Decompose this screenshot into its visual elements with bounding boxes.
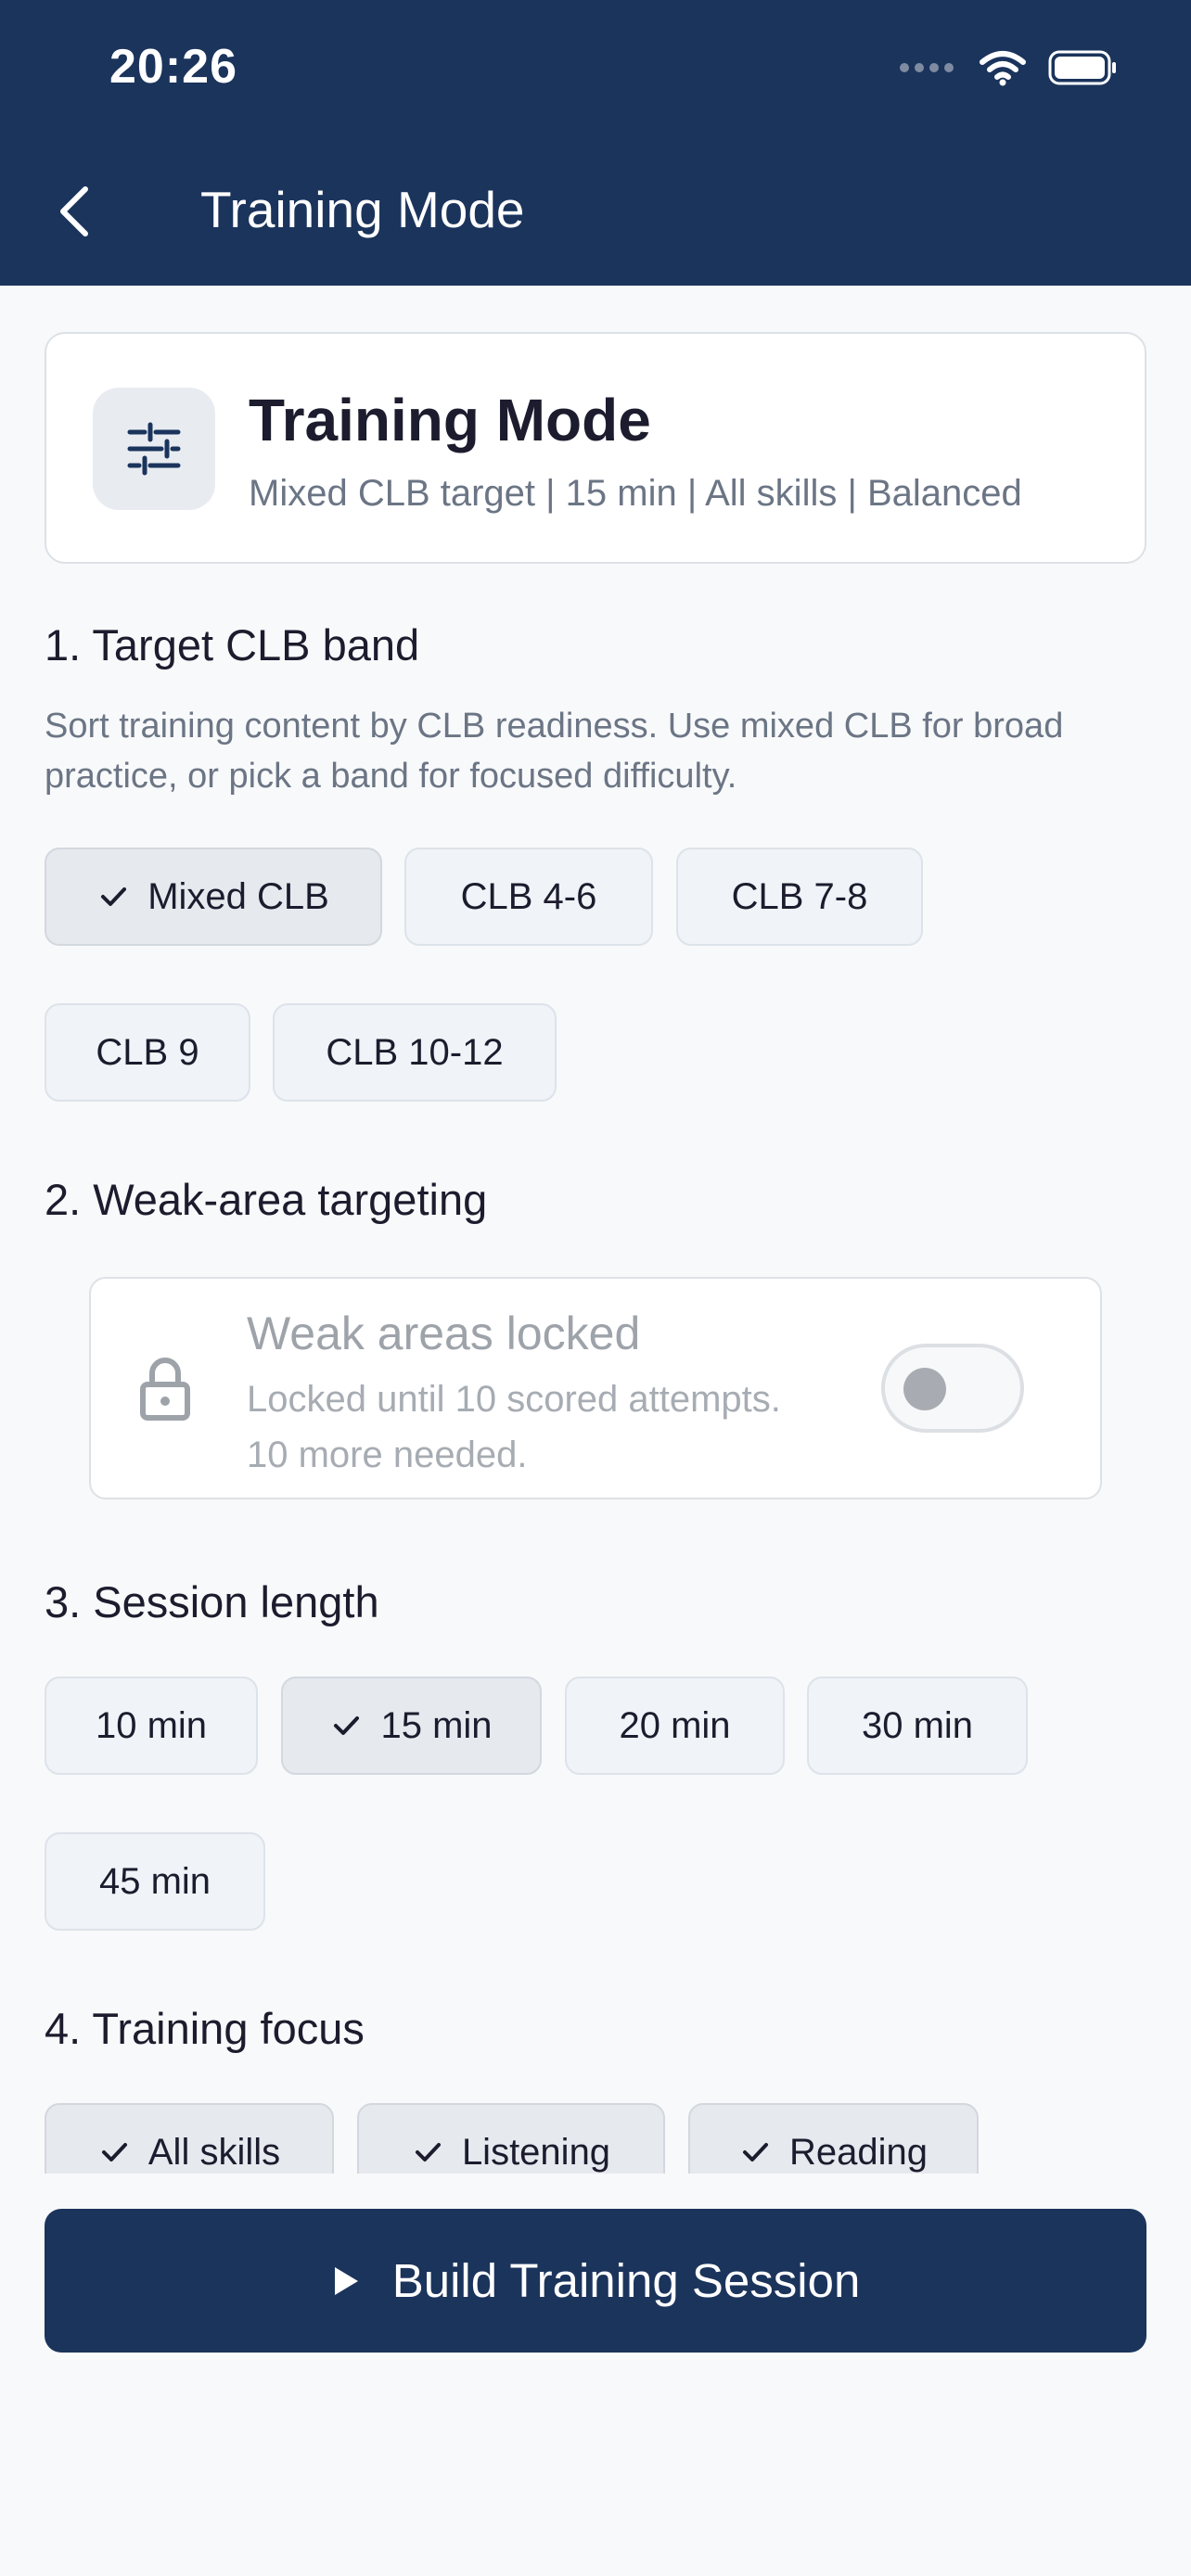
chip-label: Listening <box>461 2131 611 2173</box>
chip-length-10[interactable]: 10 min <box>45 1677 258 1775</box>
chip-label: CLB 10-12 <box>326 1031 504 1073</box>
chip-label: Reading <box>788 2131 928 2173</box>
chip-label: 20 min <box>619 1704 731 1746</box>
section-description-clb: Sort training content by CLB readiness. … <box>45 707 1064 796</box>
section-heading-clb: 1. Target CLB band <box>45 620 420 670</box>
check-icon <box>412 2136 443 2168</box>
settings-content[interactable]: Training Mode Mixed CLB target | 15 min … <box>0 286 1191 2174</box>
chip-label: CLB 7-8 <box>731 875 868 917</box>
chip-label: 10 min <box>95 1704 208 1746</box>
status-time: 20:26 <box>109 40 237 94</box>
check-icon <box>330 1710 362 1741</box>
summary-subtitle: Mixed CLB target | 15 min | All skills |… <box>249 473 1022 514</box>
weak-areas-card: Weak areas locked Locked until 10 scored… <box>89 1277 1102 1499</box>
chip-length-15[interactable]: 15 min <box>281 1677 542 1775</box>
chip-label: 30 min <box>861 1704 974 1746</box>
check-icon <box>739 2136 771 2168</box>
back-button[interactable] <box>56 174 102 249</box>
battery-icon <box>1048 50 1116 85</box>
chip-label: 45 min <box>98 1860 211 1902</box>
chip-length-30[interactable]: 30 min <box>807 1677 1028 1775</box>
build-session-button[interactable]: Build Training Session <box>45 2209 1146 2353</box>
chip-focus-all[interactable]: All skills <box>45 2103 334 2174</box>
lock-title: Weak areas locked <box>247 1307 641 1359</box>
check-icon <box>98 2136 130 2168</box>
lock-subtitle: Locked until 10 scored attempts. 10 more… <box>247 1379 781 1475</box>
chip-clb-7-8[interactable]: CLB 7-8 <box>676 848 923 946</box>
toggle-knob <box>903 1368 946 1410</box>
chip-length-45[interactable]: 45 min <box>45 1832 265 1931</box>
chip-clb-10-12[interactable]: CLB 10-12 <box>273 1003 557 1102</box>
wifi-icon <box>980 51 1026 86</box>
section-heading-weak: 2. Weak-area targeting <box>45 1175 488 1224</box>
chip-label: CLB 9 <box>96 1031 199 1073</box>
chip-clb-4-6[interactable]: CLB 4-6 <box>404 848 653 946</box>
chevron-left-icon <box>60 186 88 236</box>
page-title: Training Mode <box>200 181 525 238</box>
chip-label: Mixed CLB <box>147 875 329 917</box>
section-heading-length: 3. Session length <box>45 1577 379 1626</box>
chip-length-20[interactable]: 20 min <box>565 1677 785 1775</box>
status-icons <box>900 45 1119 91</box>
chip-focus-listening[interactable]: Listening <box>357 2103 665 2174</box>
summary-title: Training Mode <box>249 387 651 453</box>
signal-icon <box>900 63 954 72</box>
chip-clb-mixed[interactable]: Mixed CLB <box>45 848 382 946</box>
sliders-icon <box>93 388 215 510</box>
app-bar: 20:26 Training Mode <box>0 0 1191 286</box>
chip-label: CLB 4-6 <box>460 875 597 917</box>
chip-label: All skills <box>147 2131 281 2173</box>
play-icon <box>334 2266 358 2295</box>
build-session-label: Build Training Session <box>391 2254 861 2307</box>
section-heading-focus: 4. Training focus <box>45 2004 365 2053</box>
chip-focus-reading[interactable]: Reading <box>688 2103 979 2174</box>
summary-card: Training Mode Mixed CLB target | 15 min … <box>45 332 1146 564</box>
weak-areas-toggle[interactable] <box>881 1344 1024 1433</box>
check-icon <box>97 881 129 912</box>
lock-icon <box>140 1358 190 1421</box>
chip-label: 15 min <box>380 1704 493 1746</box>
chip-clb-9[interactable]: CLB 9 <box>45 1003 250 1102</box>
